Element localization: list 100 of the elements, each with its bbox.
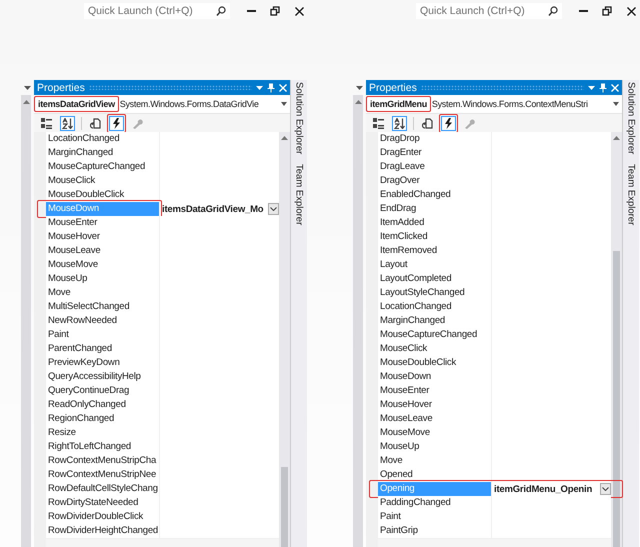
caret-icon[interactable] <box>24 86 31 90</box>
event-name-cell[interactable]: MouseClick <box>46 174 160 189</box>
pin-icon <box>267 82 275 92</box>
object-name: itemGridMenu <box>366 96 431 112</box>
event-name-cell[interactable]: ItemRemoved <box>378 244 492 259</box>
caret-icon[interactable] <box>356 86 363 90</box>
event-name-cell[interactable]: RowDirtyStateNeeded <box>46 496 160 511</box>
event-name-cell[interactable]: RowContextMenuStripCha <box>46 454 160 469</box>
event-name-cell[interactable]: Move <box>378 454 492 469</box>
event-name-cell[interactable]: Paint <box>378 510 492 525</box>
dropdown-button[interactable] <box>256 86 263 90</box>
object-name: itemsDataGridView <box>34 96 119 112</box>
event-name-cell[interactable]: QueryAccessibilityHelp <box>46 370 160 385</box>
event-name-cell[interactable]: QueryContinueDrag <box>46 384 160 399</box>
scroll-up-icon[interactable] <box>613 136 620 140</box>
toolbar-button[interactable] <box>88 116 103 130</box>
event-name-cell[interactable]: DragOver <box>378 174 492 189</box>
side-tab[interactable]: Team Explorer <box>626 164 636 226</box>
event-name-cell[interactable]: PaddingChanged <box>378 496 492 511</box>
event-name-cell[interactable]: LayoutStyleChanged <box>378 286 492 301</box>
event-name-cell[interactable]: NewRowNeeded <box>46 314 160 329</box>
event-handler-cell[interactable]: itemsDataGridView_Mo <box>160 202 279 217</box>
toolbar-button[interactable] <box>392 116 407 130</box>
event-name-cell[interactable]: Layout <box>378 258 492 273</box>
close-button[interactable] <box>292 4 306 18</box>
event-name-cell[interactable]: Paint <box>46 328 160 343</box>
event-name-cell[interactable]: ItemClicked <box>378 230 492 245</box>
event-name-cell[interactable]: MouseHover <box>46 230 160 245</box>
pin-button[interactable] <box>267 82 275 92</box>
quick-launch-field[interactable]: Quick Launch (Ctrl+Q) <box>416 3 562 19</box>
event-name-cell[interactable]: PaintGrip <box>378 524 492 539</box>
scroll-thumb[interactable] <box>613 251 620 547</box>
side-tab[interactable]: Team Explorer <box>294 164 304 226</box>
event-name-cell[interactable]: MouseEnter <box>46 216 160 231</box>
event-name-cell[interactable]: LayoutCompleted <box>378 272 492 287</box>
event-name-cell[interactable]: MouseUp <box>378 440 492 455</box>
event-name-cell[interactable]: MouseMove <box>46 258 160 273</box>
event-name-cell[interactable]: EndDrag <box>378 202 492 217</box>
restore-button[interactable] <box>268 4 282 18</box>
event-name-cell[interactable]: MouseEnter <box>378 384 492 399</box>
minimize-icon <box>578 10 588 12</box>
event-name-cell[interactable]: ReadOnlyChanged <box>46 398 160 413</box>
quick-launch-field[interactable]: Quick Launch (Ctrl+Q) <box>84 3 230 19</box>
event-name-cell[interactable]: MouseDoubleClick <box>378 356 492 371</box>
scroll-up-icon[interactable] <box>281 136 288 140</box>
event-handler-cell[interactable]: itemGridMenu_Openin <box>492 482 611 497</box>
event-name-cell[interactable]: ItemAdded <box>378 216 492 231</box>
event-name-cell[interactable]: Resize <box>46 426 160 441</box>
event-name-cell[interactable]: PreviewKeyDown <box>46 356 160 371</box>
event-name-cell[interactable]: DragDrop <box>378 132 492 147</box>
event-name-cell[interactable]: MouseCaptureChanged <box>378 328 492 343</box>
event-name-cell[interactable]: Move <box>46 286 160 301</box>
toolbar-button[interactable] <box>420 116 435 130</box>
event-name-cell[interactable]: RegionChanged <box>46 412 160 427</box>
side-tab[interactable]: Solution Explorer <box>294 82 304 154</box>
scroll-up-icon[interactable] <box>22 100 30 104</box>
event-name-cell[interactable]: DragEnter <box>378 146 492 161</box>
event-name-cell[interactable]: RowDividerDoubleClick <box>46 510 160 525</box>
chevron-icon <box>270 207 277 211</box>
event-name-cell[interactable]: RowDefaultCellStyleChang <box>46 482 160 497</box>
close-button[interactable] <box>624 4 638 18</box>
event-name-cell[interactable]: LocationChanged <box>46 132 160 147</box>
scrollbar[interactable] <box>21 95 31 547</box>
dropdown-button[interactable] <box>268 203 279 215</box>
event-name-cell[interactable]: MouseClick <box>378 342 492 357</box>
restore-icon <box>270 6 280 16</box>
event-name-cell[interactable]: MouseLeave <box>378 412 492 427</box>
event-name-cell[interactable]: MouseLeave <box>46 244 160 259</box>
event-name-cell[interactable]: MarginChanged <box>378 314 492 329</box>
dropdown-button[interactable] <box>588 86 595 90</box>
event-name-cell[interactable]: MarginChanged <box>46 146 160 161</box>
event-name-cell[interactable]: MouseUp <box>46 272 160 287</box>
scrollbar[interactable] <box>611 132 622 547</box>
restore-button[interactable] <box>600 4 614 18</box>
event-name-cell[interactable]: MouseHover <box>378 398 492 413</box>
scroll-thumb[interactable] <box>281 467 288 547</box>
event-name-cell[interactable]: ParentChanged <box>46 342 160 357</box>
toolbar-button[interactable] <box>60 116 75 130</box>
event-name-cell[interactable]: MultiSelectChanged <box>46 300 160 315</box>
side-tab[interactable]: Solution Explorer <box>626 82 636 154</box>
event-name-cell[interactable]: DragLeave <box>378 160 492 175</box>
event-name-cell[interactable]: MouseMove <box>378 426 492 441</box>
toolbar-button[interactable] <box>39 116 54 130</box>
search-icon <box>216 6 226 16</box>
caret-icon <box>281 102 287 106</box>
event-name-cell[interactable]: LocationChanged <box>378 300 492 315</box>
event-name-cell[interactable]: MouseDown <box>378 370 492 385</box>
wrench-icon <box>132 118 143 128</box>
scrollbar[interactable] <box>353 95 363 547</box>
event-name-cell[interactable]: MouseCaptureChanged <box>46 160 160 175</box>
scrollbar[interactable] <box>279 132 290 547</box>
event-name-cell[interactable]: EnabledChanged <box>378 188 492 203</box>
event-name-cell[interactable]: RowDividerHeightChanged <box>46 524 160 539</box>
pin-button[interactable] <box>599 82 607 92</box>
toolbar-button[interactable] <box>371 116 386 130</box>
panel-title: Properties <box>37 82 85 94</box>
event-name-cell[interactable]: RightToLeftChanged <box>46 440 160 455</box>
dropdown-button[interactable] <box>600 483 611 495</box>
event-name-cell[interactable]: RowContextMenuStripNee <box>46 468 160 483</box>
scroll-up-icon[interactable] <box>354 100 362 104</box>
